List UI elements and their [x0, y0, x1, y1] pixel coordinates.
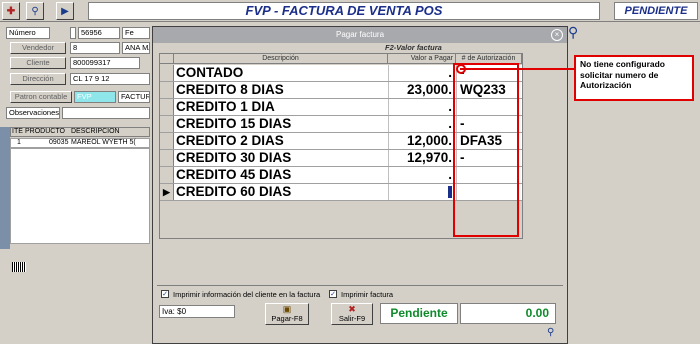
row-description: CREDITO 30 DIAS — [176, 150, 292, 165]
row-selector — [160, 99, 174, 115]
search-icon[interactable]: ⚲ — [26, 2, 44, 20]
grid-cell-item: 1 — [17, 139, 21, 146]
row-description: CREDITO 45 DIAS — [176, 167, 292, 182]
grid-col-item: ITE — [12, 128, 23, 135]
row-description: CREDITO 2 DIAS — [176, 133, 284, 148]
search-icon[interactable]: ⚲ — [568, 24, 578, 41]
status-badge: PENDIENTE — [614, 2, 698, 20]
pay-button[interactable]: ▣ Pagar-F8 — [265, 303, 309, 325]
divider — [157, 285, 563, 286]
grid-cell-producto: 09035 — [49, 139, 69, 146]
print-invoice-checkbox[interactable]: ✓ — [329, 290, 337, 298]
row-selector — [160, 167, 174, 183]
exit-icon: ✖ — [348, 304, 356, 314]
grid-body — [10, 148, 150, 244]
row-description: CREDITO 1 DIA — [176, 99, 275, 114]
print-client-checkbox[interactable]: ✓ — [161, 290, 169, 298]
print-client-label: Imprimir información del cliente en la f… — [173, 290, 321, 299]
grid-header: ITE PRODUCTO DESCRIPCION — [10, 127, 150, 137]
observaciones-field[interactable] — [62, 107, 150, 119]
grid-col-producto: PRODUCTO — [25, 128, 65, 135]
row-selector — [160, 150, 174, 166]
new-icon[interactable]: ✚ — [2, 2, 20, 20]
pay-button-label: Pagar-F8 — [271, 314, 303, 323]
row-selector — [160, 65, 174, 81]
row-value[interactable] — [388, 184, 454, 200]
exit-button-label: Salir-F9 — [338, 314, 366, 323]
row-value[interactable]: . — [388, 167, 454, 183]
row-value[interactable]: 12,970. — [388, 150, 454, 166]
observaciones-label: Observaciones — [6, 107, 60, 119]
annotation-arrow — [460, 68, 574, 70]
numero-field[interactable]: 56956 — [78, 27, 120, 39]
cliente-field[interactable]: 800099317 — [70, 57, 140, 69]
row-description: CREDITO 60 DIAS — [176, 184, 292, 199]
current-row-icon: ▶ — [160, 184, 174, 200]
patron-desc: FACTUR — [118, 91, 150, 103]
close-icon[interactable]: × — [551, 29, 563, 41]
window-title: FVP - FACTURA DE VENTA POS — [88, 2, 600, 20]
total-amount: 0.00 — [460, 303, 556, 324]
col-descripcion: Descripción — [174, 54, 388, 64]
row-selector-header — [160, 54, 174, 64]
dialog-status: Pendiente — [380, 303, 458, 324]
numero-label: Número — [6, 27, 50, 39]
grid-row-header — [0, 127, 10, 249]
dialog-title: Pagar factura — [153, 27, 567, 43]
f2-hint: F2-Valor factura — [385, 43, 442, 52]
zoom-icon[interactable]: ⚲ — [547, 327, 554, 338]
patron-field[interactable]: FVP — [74, 91, 116, 103]
row-value[interactable]: 12,000. — [388, 133, 454, 149]
iva-field: Iva: $0 — [159, 305, 235, 318]
money-icon: ▣ — [282, 304, 292, 314]
direccion-field[interactable]: CL 17 9 12 — [70, 73, 150, 85]
exit-button[interactable]: ✖ Salir-F9 — [331, 303, 373, 325]
annotation-note: No tiene configurado solicitar numero de… — [574, 55, 694, 101]
row-description: CREDITO 8 DIAS — [176, 82, 284, 97]
highlight-box — [453, 63, 519, 237]
vendedor-field[interactable]: 8 — [70, 42, 120, 54]
row-selector — [160, 116, 174, 132]
vendedor-name: ANA MA — [122, 42, 150, 54]
grid-cell-descripcion: MAREOL WYETH 5( — [71, 139, 136, 146]
barcode-icon — [12, 262, 26, 272]
row-value[interactable]: . — [388, 99, 454, 115]
play-icon[interactable]: ▶ — [56, 2, 74, 20]
text-cursor — [448, 186, 452, 199]
row-description: CREDITO 15 DIAS — [176, 116, 292, 131]
grid-col-descripcion: DESCRIPCION — [71, 128, 120, 135]
annotation-marker — [456, 64, 466, 74]
vendedor-button[interactable]: Vendedor — [10, 42, 66, 54]
row-selector — [160, 133, 174, 149]
table-row[interactable]: 1 09035 MAREOL WYETH 5( — [10, 138, 150, 148]
numero-prefix[interactable] — [70, 27, 76, 39]
row-value[interactable]: . — [388, 65, 454, 81]
row-description: CONTADO — [176, 65, 244, 80]
patron-contable-button[interactable]: Patron contable — [10, 91, 72, 103]
pagar-factura-dialog: Pagar factura × F2-Valor factura Descrip… — [152, 26, 568, 344]
row-value[interactable]: 23,000. — [388, 82, 454, 98]
row-selector — [160, 82, 174, 98]
col-valor: Valor a Pagar — [388, 54, 456, 64]
print-invoice-label: Imprimir factura — [341, 290, 394, 299]
cliente-button[interactable]: Cliente — [10, 57, 66, 69]
direccion-button[interactable]: Dirección — [10, 73, 66, 85]
fecha-label: Fe — [122, 27, 150, 39]
row-value[interactable]: . — [388, 116, 454, 132]
